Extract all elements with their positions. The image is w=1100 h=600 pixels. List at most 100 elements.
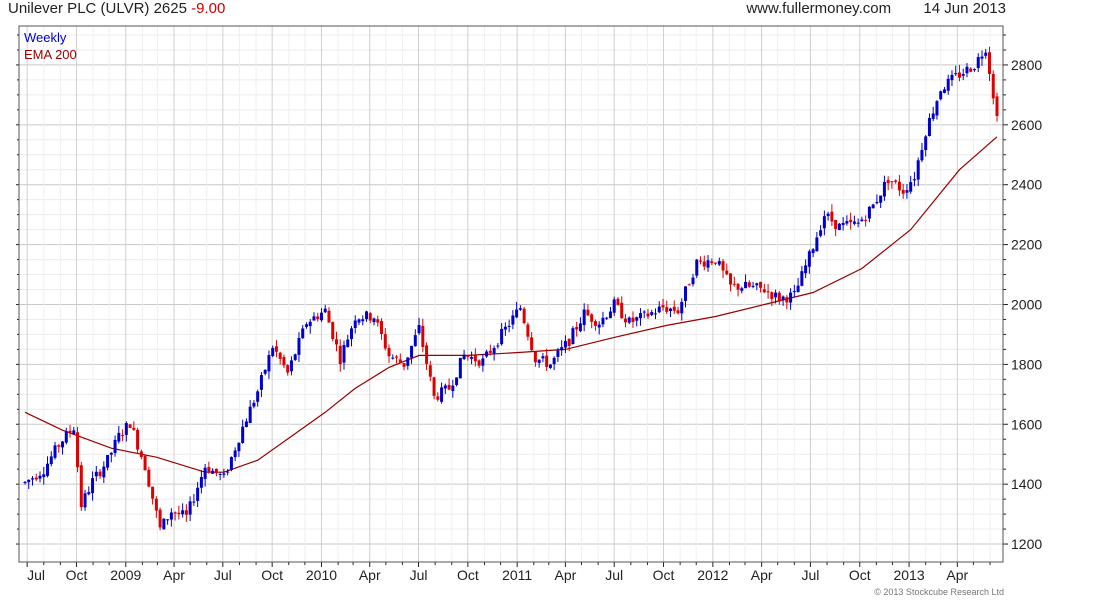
candle-body [804, 265, 808, 274]
candle-body [218, 473, 222, 475]
x-tick-label: 2010 [306, 567, 337, 583]
candle-body [886, 180, 890, 184]
candle-body [158, 509, 162, 528]
candle-body [455, 377, 459, 385]
candle-body [503, 326, 507, 330]
candle-body [665, 307, 669, 312]
candle-body [477, 360, 481, 366]
candle-body [241, 426, 245, 443]
candle-body [289, 360, 293, 372]
candle-body [162, 518, 166, 530]
candle-body [826, 213, 830, 217]
candle-body [485, 351, 489, 357]
candle-body [361, 319, 365, 322]
candle-body [357, 319, 361, 323]
candle-body [725, 270, 729, 275]
candle-body [312, 316, 316, 321]
candle-body [916, 160, 920, 180]
candle-body [710, 261, 714, 264]
candle-body [721, 261, 725, 271]
candle-body [578, 323, 582, 332]
candle-body [515, 309, 519, 318]
y-tick-label: 1800 [1011, 356, 1042, 372]
candle-body [822, 216, 826, 229]
candle-body [106, 454, 110, 468]
candle-body [27, 479, 31, 483]
candle-body [259, 374, 263, 390]
candle-body [57, 445, 61, 447]
candle-body [109, 452, 113, 455]
x-axis: Jul Oct 2009 Apr Jul Oct 2010 Apr Jul Oct 2011 Apr J… [19, 561, 1003, 583]
y-axis: 1200 1400 1600 1800 2000 2200 2400 2600 2800 [16, 26, 1042, 562]
candle-body [717, 261, 721, 265]
candle-body [61, 441, 65, 448]
x-tick-label: Jul [410, 567, 428, 583]
candle-body [436, 396, 440, 400]
candle-body [297, 338, 301, 355]
candle-body [79, 465, 83, 508]
candle-body [867, 206, 871, 219]
candle-body [777, 292, 781, 302]
candle-body [965, 66, 969, 74]
candle-body [608, 311, 612, 319]
candle-body [623, 318, 627, 323]
weekly-candles [23, 46, 999, 531]
candle-body [391, 357, 395, 359]
candle-body [49, 456, 53, 465]
candle-body [789, 292, 793, 303]
candle-body [987, 52, 991, 74]
x-tick-label: Jul [27, 567, 45, 583]
candle-body [91, 478, 95, 494]
candle-body [346, 339, 350, 348]
candle-body [222, 473, 226, 475]
x-tick-label: Oct [457, 567, 479, 583]
candle-body [365, 311, 369, 320]
candle-body [744, 281, 748, 289]
candle-body [792, 291, 796, 293]
candle-body [248, 406, 252, 423]
candle-body [274, 346, 278, 352]
candle-body [211, 470, 215, 474]
candle-body [687, 284, 691, 286]
candle-body [338, 345, 342, 365]
candle-body [113, 439, 117, 454]
candle-body [556, 350, 560, 357]
candle-body [199, 476, 203, 488]
candle-body [136, 429, 140, 450]
candle-body [759, 281, 763, 288]
candle-body [166, 519, 170, 521]
candle-body [537, 359, 541, 363]
candle-body [875, 201, 879, 204]
candle-body [830, 211, 834, 222]
candle-body [849, 219, 853, 223]
candle-body [87, 492, 91, 495]
candle-body [301, 328, 305, 339]
price-chart: 1200 1400 1600 1800 2000 2200 2400 2600 2800 Jul… [16, 25, 1042, 583]
candle-body [72, 430, 76, 435]
candle-body [732, 283, 736, 285]
candle-body [939, 91, 943, 100]
candle-body [545, 355, 549, 367]
candle-body [83, 493, 87, 508]
y-tick-label: 2000 [1011, 296, 1042, 312]
candle-body [496, 345, 500, 347]
candle-body [64, 431, 68, 443]
candle-body [935, 101, 939, 116]
candle-body [785, 297, 789, 303]
candle-body [98, 471, 102, 477]
candle-body [233, 450, 237, 458]
candle-body [327, 310, 331, 323]
candle-body [984, 52, 988, 56]
legend-ema: EMA 200 [24, 47, 77, 62]
candle-body [526, 324, 530, 337]
candle-body [740, 288, 744, 291]
candle-body [267, 355, 271, 372]
candle-body [751, 285, 755, 287]
candle-body [331, 322, 335, 339]
candle-body [207, 467, 211, 473]
candle-body [184, 510, 188, 515]
x-tick-label: Jul [214, 567, 232, 583]
candle-body [368, 313, 372, 321]
y-tick-label: 1600 [1011, 416, 1042, 432]
candle-body [879, 195, 883, 203]
